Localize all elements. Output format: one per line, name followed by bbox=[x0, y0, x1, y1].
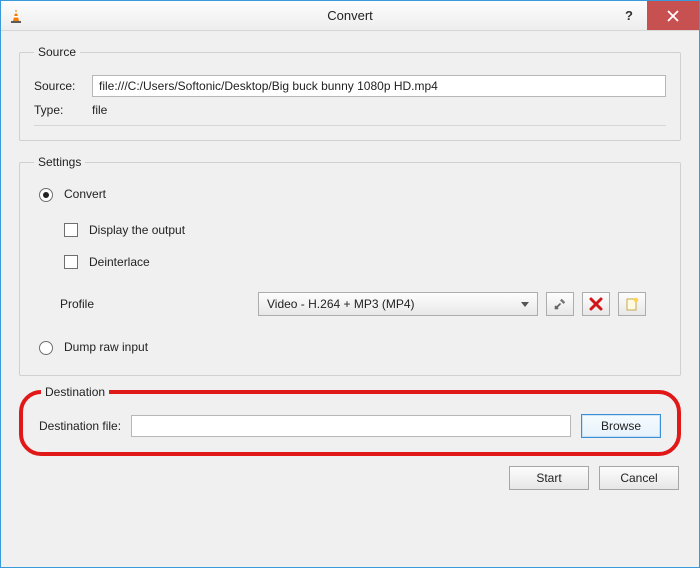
destination-row: Destination file: Browse bbox=[39, 414, 661, 438]
display-output-label: Display the output bbox=[89, 223, 185, 237]
cancel-button[interactable]: Cancel bbox=[599, 466, 679, 490]
type-value: file bbox=[92, 103, 666, 117]
display-output-row[interactable]: Display the output bbox=[60, 220, 666, 240]
profile-row: Profile Video - H.264 + MP3 (MP4) bbox=[60, 292, 666, 316]
settings-legend: Settings bbox=[34, 155, 85, 169]
source-label: Source: bbox=[34, 79, 92, 93]
titlebar: Convert ? bbox=[1, 1, 699, 31]
source-divider bbox=[34, 125, 666, 126]
profile-label: Profile bbox=[60, 297, 250, 311]
profile-selected-value: Video - H.264 + MP3 (MP4) bbox=[267, 297, 415, 311]
dump-raw-radio-row[interactable]: Dump raw input bbox=[34, 338, 666, 355]
window-buttons: ? bbox=[611, 1, 699, 30]
vlc-cone-icon bbox=[7, 7, 25, 25]
deinterlace-row[interactable]: Deinterlace bbox=[60, 252, 666, 272]
display-output-checkbox[interactable] bbox=[64, 223, 78, 237]
type-label: Type: bbox=[34, 103, 92, 117]
type-row: Type: file bbox=[34, 103, 666, 117]
convert-radio[interactable] bbox=[39, 188, 53, 202]
destination-file-label: Destination file: bbox=[39, 419, 121, 433]
destination-file-input[interactable] bbox=[131, 415, 571, 437]
help-button[interactable]: ? bbox=[611, 1, 647, 30]
profile-select[interactable]: Video - H.264 + MP3 (MP4) bbox=[258, 292, 538, 316]
convert-radio-row[interactable]: Convert bbox=[34, 185, 666, 202]
delete-x-icon bbox=[589, 297, 603, 311]
settings-group: Settings Convert Display the output Dein… bbox=[19, 155, 681, 376]
dump-raw-radio[interactable] bbox=[39, 341, 53, 355]
wrench-icon bbox=[553, 297, 567, 311]
dialog-content: Source Source: Type: file Settings Conve… bbox=[1, 31, 699, 567]
dump-raw-label: Dump raw input bbox=[64, 340, 148, 354]
start-button[interactable]: Start bbox=[509, 466, 589, 490]
source-row: Source: bbox=[34, 75, 666, 97]
source-input[interactable] bbox=[92, 75, 666, 97]
delete-profile-button[interactable] bbox=[582, 292, 610, 316]
new-profile-button[interactable] bbox=[618, 292, 646, 316]
destination-group: Destination Destination file: Browse bbox=[19, 390, 681, 456]
convert-radio-label: Convert bbox=[64, 187, 106, 201]
source-group: Source Source: Type: file bbox=[19, 45, 681, 141]
deinterlace-label: Deinterlace bbox=[89, 255, 150, 269]
browse-button[interactable]: Browse bbox=[581, 414, 661, 438]
window-title: Convert bbox=[1, 8, 699, 23]
deinterlace-checkbox[interactable] bbox=[64, 255, 78, 269]
source-legend: Source bbox=[34, 45, 80, 59]
destination-legend: Destination bbox=[41, 385, 109, 399]
close-button[interactable] bbox=[647, 1, 699, 30]
dialog-footer: Start Cancel bbox=[19, 466, 681, 490]
edit-profile-button[interactable] bbox=[546, 292, 574, 316]
new-document-icon bbox=[625, 297, 639, 311]
